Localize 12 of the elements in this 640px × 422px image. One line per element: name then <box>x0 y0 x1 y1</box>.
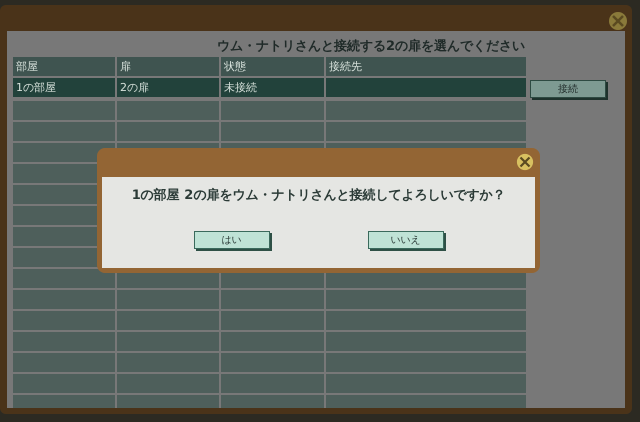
table-cell[interactable]: 未接続 <box>221 78 324 97</box>
column-header: 部屋 <box>13 57 115 76</box>
column-header: 扉 <box>117 57 219 76</box>
column-header: 接続先 <box>326 57 526 76</box>
table-cell[interactable]: 2の扉 <box>117 78 219 97</box>
dialog-button[interactable]: いいえ <box>368 231 444 249</box>
dialog-message: 1の部屋 2の扉をウム・ナトリさんと接続してよろしいですか？ <box>132 186 506 204</box>
window-title: ウム・ナトリさんと接続する2の扉を選んでください <box>216 38 526 56</box>
dialog-button[interactable]: はい <box>194 231 270 249</box>
connect-button[interactable]: 接続 <box>530 80 606 98</box>
table-cell[interactable]: 1の部屋 <box>13 78 115 97</box>
column-header: 状態 <box>221 57 324 76</box>
